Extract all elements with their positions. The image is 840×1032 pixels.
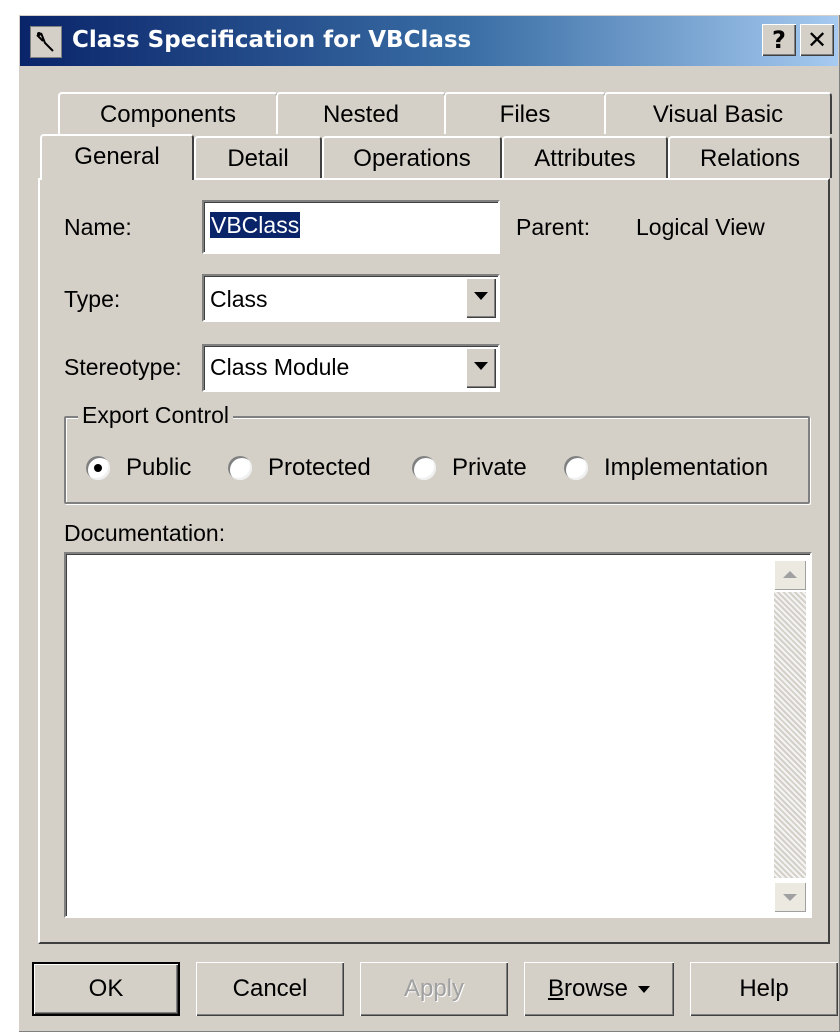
- radio-implementation[interactable]: [564, 456, 588, 480]
- radio-private[interactable]: [412, 456, 436, 480]
- browse-mnemonic: B: [547, 975, 564, 1002]
- radio-private-label[interactable]: Private: [452, 454, 527, 482]
- radio-protected[interactable]: [228, 456, 252, 480]
- scrollbar-track[interactable]: [774, 592, 806, 878]
- radio-public[interactable]: [86, 456, 110, 480]
- stereotype-dropdown-arrow-icon[interactable]: [466, 348, 496, 388]
- tab-general[interactable]: General: [40, 134, 194, 180]
- tab-nested[interactable]: Nested: [276, 92, 446, 134]
- cancel-button[interactable]: Cancel: [196, 962, 344, 1016]
- type-dropdown[interactable]: Class: [202, 274, 500, 322]
- scroll-up-arrow-icon[interactable]: [774, 560, 806, 590]
- close-button[interactable]: ✕: [800, 24, 834, 56]
- stereotype-label: Stereotype:: [64, 354, 182, 380]
- title-bar[interactable]: Class Specification for VBClass ? ✕: [20, 16, 838, 66]
- stereotype-dropdown[interactable]: Class Module: [202, 344, 500, 392]
- browse-dropdown-icon: [638, 986, 651, 994]
- type-dropdown-arrow-icon[interactable]: [466, 278, 496, 318]
- scroll-down-arrow-icon[interactable]: [774, 882, 806, 912]
- name-field[interactable]: VBClass: [202, 200, 500, 254]
- browse-button[interactable]: Browse: [524, 962, 674, 1016]
- name-label: Name:: [64, 214, 132, 240]
- radio-implementation-label[interactable]: Implementation: [604, 454, 768, 482]
- ok-button[interactable]: OK: [32, 962, 180, 1016]
- tab-files[interactable]: Files: [444, 92, 606, 134]
- type-value: Class: [210, 286, 268, 312]
- tab-attributes[interactable]: Attributes: [502, 136, 668, 178]
- name-value: VBClass: [210, 212, 301, 238]
- window-title: Class Specification for VBClass: [72, 27, 472, 53]
- documentation-textarea[interactable]: [64, 552, 812, 918]
- tab-operations[interactable]: Operations: [322, 136, 502, 178]
- type-label: Type:: [64, 286, 121, 312]
- radio-public-label[interactable]: Public: [126, 454, 191, 482]
- rose-app-icon: [30, 26, 62, 58]
- tab-visual-basic[interactable]: Visual Basic: [604, 92, 832, 134]
- stereotype-value: Class Module: [210, 354, 350, 380]
- tab-detail[interactable]: Detail: [194, 136, 322, 178]
- help-button[interactable]: Help: [690, 962, 838, 1016]
- parent-value: Logical View: [636, 214, 765, 240]
- browse-label: rowse: [563, 975, 629, 1002]
- export-control-title: Export Control: [78, 402, 234, 429]
- documentation-label: Documentation:: [64, 520, 226, 546]
- apply-button[interactable]: Apply: [360, 962, 508, 1016]
- tab-relations[interactable]: Relations: [668, 136, 832, 178]
- help-question-button[interactable]: ?: [762, 24, 796, 56]
- parent-label: Parent:: [516, 214, 591, 240]
- tab-components[interactable]: Components: [58, 92, 278, 134]
- radio-protected-label[interactable]: Protected: [268, 454, 371, 482]
